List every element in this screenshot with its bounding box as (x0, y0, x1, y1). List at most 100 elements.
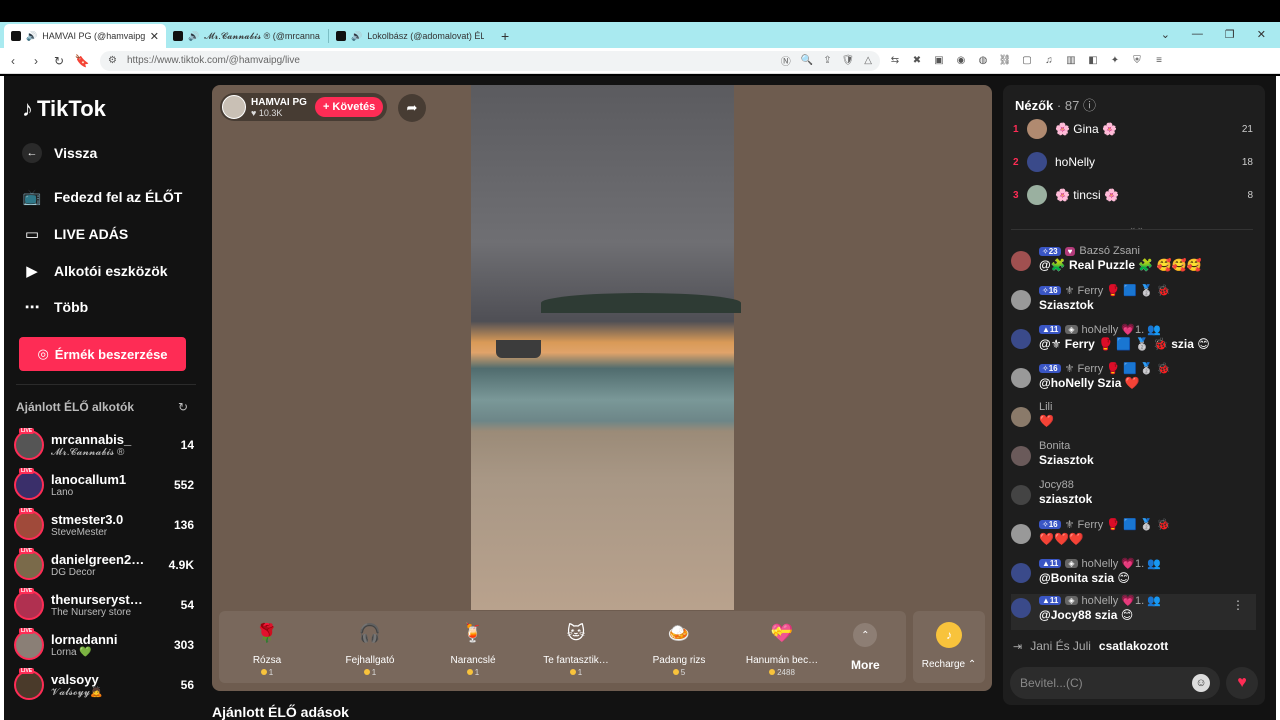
more-gifts-button[interactable]: ⌃ More (851, 623, 880, 672)
top-viewer[interactable]: 1 🌸 Gina 🌸 21 (1013, 117, 1253, 141)
creator-item[interactable]: LIVE stmester3.0 SteveMester 136 (14, 506, 194, 544)
minimize-icon[interactable]: — (1192, 28, 1203, 40)
sidebar-item-more[interactable]: ⋯ Több (22, 297, 89, 317)
message-text: @⚜ Ferry 🥊 🟦 🥈 🐞 szia 😊 (1039, 337, 1210, 351)
message-menu-icon[interactable]: ⋮ (1232, 598, 1244, 612)
viewer-count: 136 (173, 518, 194, 532)
sidebar-item-label: LIVE ADÁS (54, 226, 129, 242)
creator-item[interactable]: LIVE danielgreen2… DG Decor 4.9K (14, 546, 194, 584)
gift-item[interactable]: 🎧 Fejhallgató 1 (322, 619, 418, 678)
hls-extension-icon[interactable]: ▣ (932, 55, 946, 66)
shield-badge-icon: ◈ (1065, 559, 1078, 568)
new-tab-icon[interactable]: + (501, 28, 509, 44)
creator-nickname: 𝓜𝓻.𝓒𝓪𝓷𝓷𝓪𝓫𝓲𝓼 ® (51, 447, 125, 458)
shield-icon[interactable]: 🛡 (842, 55, 855, 66)
message-user: ⚜ Ferry 🥊 🟦 🥈 🐞 (1064, 519, 1171, 531)
chat-message[interactable]: Jocy88 sziasztok (1011, 479, 1256, 506)
share-icon[interactable]: ➦ (398, 94, 426, 122)
help-icon[interactable]: ⓘ (1083, 98, 1096, 113)
viewer-name: 🌸 Gina 🌸 (1055, 122, 1117, 136)
chat-message[interactable]: ▲11 ◈ hoNelly 💗1. 👥 @Bonita szia 😊 (1011, 557, 1256, 585)
translate-extension-icon[interactable]: ⇆ (888, 55, 902, 66)
vpn-icon[interactable]: ⛨ (1130, 55, 1144, 66)
sidebar-item-explore-live[interactable]: 📺 Fedezd fel az ÉLŐT (22, 187, 183, 207)
url-field[interactable]: ⚙ https://www.tiktok.com/@hamvaipg/live … (100, 50, 880, 71)
chrome-extension-icon[interactable]: ◍ (976, 55, 990, 66)
chat-message[interactable]: Lili ❤️ (1011, 401, 1256, 428)
tools-extension-icon[interactable]: ✖ (910, 55, 924, 66)
browser-tab-3[interactable]: 🔊 Lokolbász (@adomalovat) ÉLŐ a… (329, 24, 491, 48)
tiktok-logo[interactable]: ♪ TikTok (22, 96, 106, 122)
refresh-icon[interactable]: ↻ (178, 400, 188, 414)
chat-message[interactable]: ✧23 ♥ Bazsó Zsani @🧩 Real Puzzle 🧩 🥰🥰🥰 (1011, 245, 1256, 272)
sidebar-item-label: Alkotói eszközök (54, 263, 168, 279)
coin-icon (466, 669, 473, 675)
host-name[interactable]: HAMVAI PG (251, 97, 307, 108)
chat-message[interactable]: ✧16 ⚜ Ferry 🥊 🟦 🥈 🐞 ❤️❤️❤️ (1011, 518, 1256, 546)
tab-search-icon[interactable]: ⌄ (1161, 28, 1170, 41)
live-badge: LIVE (19, 468, 35, 474)
gift-name: Te fantasztik… (543, 655, 609, 666)
screenshot-extension-icon[interactable]: ▢ (1020, 55, 1034, 66)
creator-item[interactable]: LIVE valsoyy 𝓥𝓪𝓵𝓼𝓸𝔂𝔂🙇 56 (14, 666, 194, 704)
music-icon[interactable]: ♫ (1042, 55, 1056, 66)
eye-extension-icon[interactable]: ◉ (954, 55, 968, 66)
creator-item[interactable]: LIVE thenurseryst… The Nursery store 54 (14, 586, 194, 624)
gift-item[interactable]: 🌹 Rózsa 1 (219, 619, 315, 678)
gift-item[interactable]: 🐱 Te fantasztik… 1 (528, 619, 624, 678)
gift-name: Hanumán bec… (745, 655, 819, 666)
wallet-icon[interactable]: ◧ (1086, 55, 1100, 66)
chat-message[interactable]: ✧16 ⚜ Ferry 🥊 🟦 🥈 🐞 @hoNelly Szia ❤️ (1011, 362, 1256, 390)
bookmark-icon[interactable]: 🔖 (72, 54, 92, 68)
chevron-down-icon[interactable]: ⌄⌄ (1129, 222, 1144, 233)
live-video[interactable] (471, 85, 741, 610)
menu-icon[interactable]: ≡ (1152, 55, 1166, 66)
gift-item[interactable]: 💝 Hanumán bec… 2488 (734, 619, 830, 678)
close-tab-icon[interactable]: ✕ (150, 30, 159, 43)
creator-item[interactable]: LIVE lanocallum1 Lano 552 (14, 466, 194, 504)
no-translate-icon[interactable]: Ⓝ (781, 53, 791, 68)
emoji-icon[interactable]: ☺ (1192, 674, 1210, 692)
gift-item[interactable]: 🍹 Narancslé 1 (425, 619, 521, 678)
get-coins-button[interactable]: ◎ Érmék beszerzése (19, 337, 186, 371)
reload-icon[interactable]: ↻ (49, 54, 69, 68)
restore-icon[interactable]: ❐ (1225, 28, 1235, 41)
top-viewer[interactable]: 2 hoNelly 18 (1013, 150, 1253, 174)
avatar (1011, 329, 1031, 349)
chat-message[interactable]: ▲11 ◈ hoNelly 💗1. 👥 @Jocy88 szia 😊 ⋮ (1011, 594, 1256, 630)
follow-button[interactable]: + Követés (314, 97, 384, 117)
creator-item[interactable]: LIVE mrcannabis_ 𝓜𝓻.𝓒𝓪𝓷𝓷𝓪𝓫𝓲𝓼 ® 14 (14, 426, 194, 464)
chat-message[interactable]: ✧16 ⚜ Ferry 🥊 🟦 🥈 🐞 Sziasztok (1011, 284, 1256, 312)
triangle-icon[interactable]: △ (864, 55, 872, 66)
site-settings-icon[interactable]: ⚙ (108, 55, 117, 66)
chat-message[interactable]: Bonita Sziasztok (1011, 440, 1256, 467)
sidebar-icon[interactable]: ▥ (1064, 55, 1078, 66)
like-heart-button[interactable]: ♥ (1226, 667, 1258, 699)
coin-icon (363, 669, 370, 675)
close-window-icon[interactable]: ✕ (1257, 28, 1266, 41)
recharge-button[interactable]: ♪ Recharge ⌃ (913, 611, 985, 683)
back-icon[interactable]: ‹ (3, 54, 23, 68)
creator-item[interactable]: LIVE lornadanni Lorna 💚 303 (14, 626, 194, 664)
gift-bar: 🌹 Rózsa 1 🎧 Fejhallgató 1 🍹 Narancslé 1 … (219, 611, 906, 683)
sidebar-item-live-broadcast[interactable]: ▭ LIVE ADÁS (22, 224, 128, 244)
forward-icon[interactable]: › (26, 54, 46, 68)
play-square-icon: ▶ (26, 263, 38, 280)
browser-tab-1[interactable]: 🔊 HAMVAI PG (@hamvaipg) ÉL… ✕ (4, 24, 166, 48)
ai-icon[interactable]: ✦ (1108, 55, 1122, 66)
sidebar-item-creator-tools[interactable]: ▶ Alkotói eszközök (22, 261, 168, 281)
zoom-icon[interactable]: 🔍 (801, 55, 813, 66)
viewer-count: 552 (173, 478, 194, 492)
message-user: hoNelly 💗1. 👥 (1081, 595, 1161, 607)
link-extension-icon[interactable]: ⛓ (998, 55, 1012, 66)
share-page-icon[interactable]: ⇪ (823, 55, 831, 66)
chat-input[interactable]: Bevitel...(C) ☺ (1010, 667, 1220, 699)
chat-message[interactable]: ▲11 ◈ hoNelly 💗1. 👥 @⚜ Ferry 🥊 🟦 🥈 🐞 szia 😊 (1011, 323, 1256, 351)
browser-tab-2[interactable]: 🔊 𝓜𝓻.𝓒𝓪𝓷𝓷𝓪𝓫𝓲𝓼 ® (@mrcanna… (166, 24, 328, 48)
host-avatar[interactable] (222, 95, 246, 119)
back-link[interactable]: ← Vissza (22, 143, 97, 163)
coin-icon (769, 669, 776, 675)
avatar (1011, 290, 1031, 310)
gift-item[interactable]: 🍛 Padang rizs 5 (631, 619, 727, 678)
top-viewer[interactable]: 3 🌸 tincsi 🌸 8 (1013, 183, 1253, 207)
